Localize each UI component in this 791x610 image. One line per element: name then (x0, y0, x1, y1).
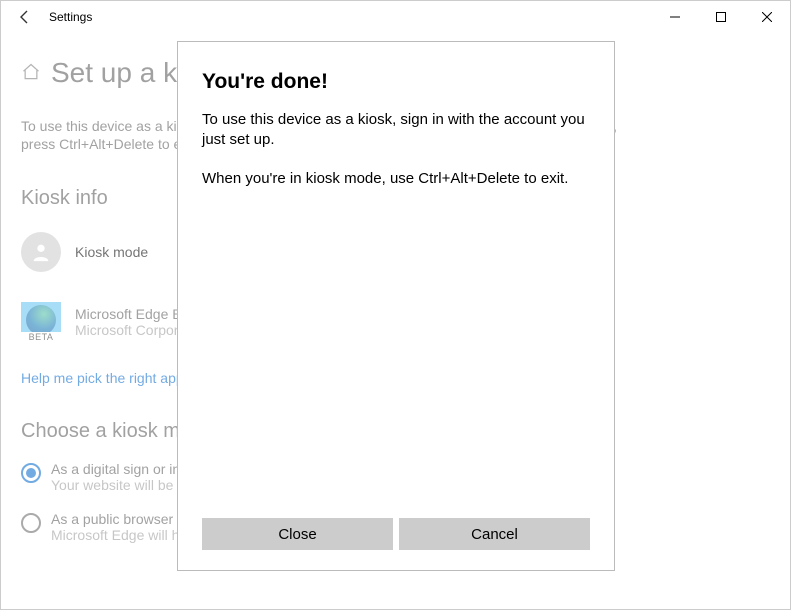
done-dialog: You're done! To use this device as a kio… (177, 41, 615, 571)
close-window-button[interactable] (744, 1, 790, 33)
title-bar: Settings (1, 1, 790, 33)
close-button[interactable]: Close (202, 518, 393, 550)
kiosk-account-name: Kiosk mode (75, 244, 148, 260)
edge-beta-icon: BETA (21, 302, 61, 342)
home-icon[interactable] (21, 62, 41, 85)
maximize-button[interactable] (698, 1, 744, 33)
dialog-text-2: When you're in kiosk mode, use Ctrl+Alt+… (202, 169, 590, 189)
window-title: Settings (49, 10, 92, 24)
avatar-icon (21, 232, 61, 272)
beta-badge: BETA (21, 332, 61, 342)
dialog-title: You're done! (202, 70, 590, 94)
cancel-button[interactable]: Cancel (399, 518, 590, 550)
back-button[interactable] (9, 1, 41, 33)
radio-icon (21, 513, 41, 533)
radio-icon (21, 463, 41, 483)
dialog-text-1: To use this device as a kiosk, sign in w… (202, 110, 590, 151)
minimize-button[interactable] (652, 1, 698, 33)
